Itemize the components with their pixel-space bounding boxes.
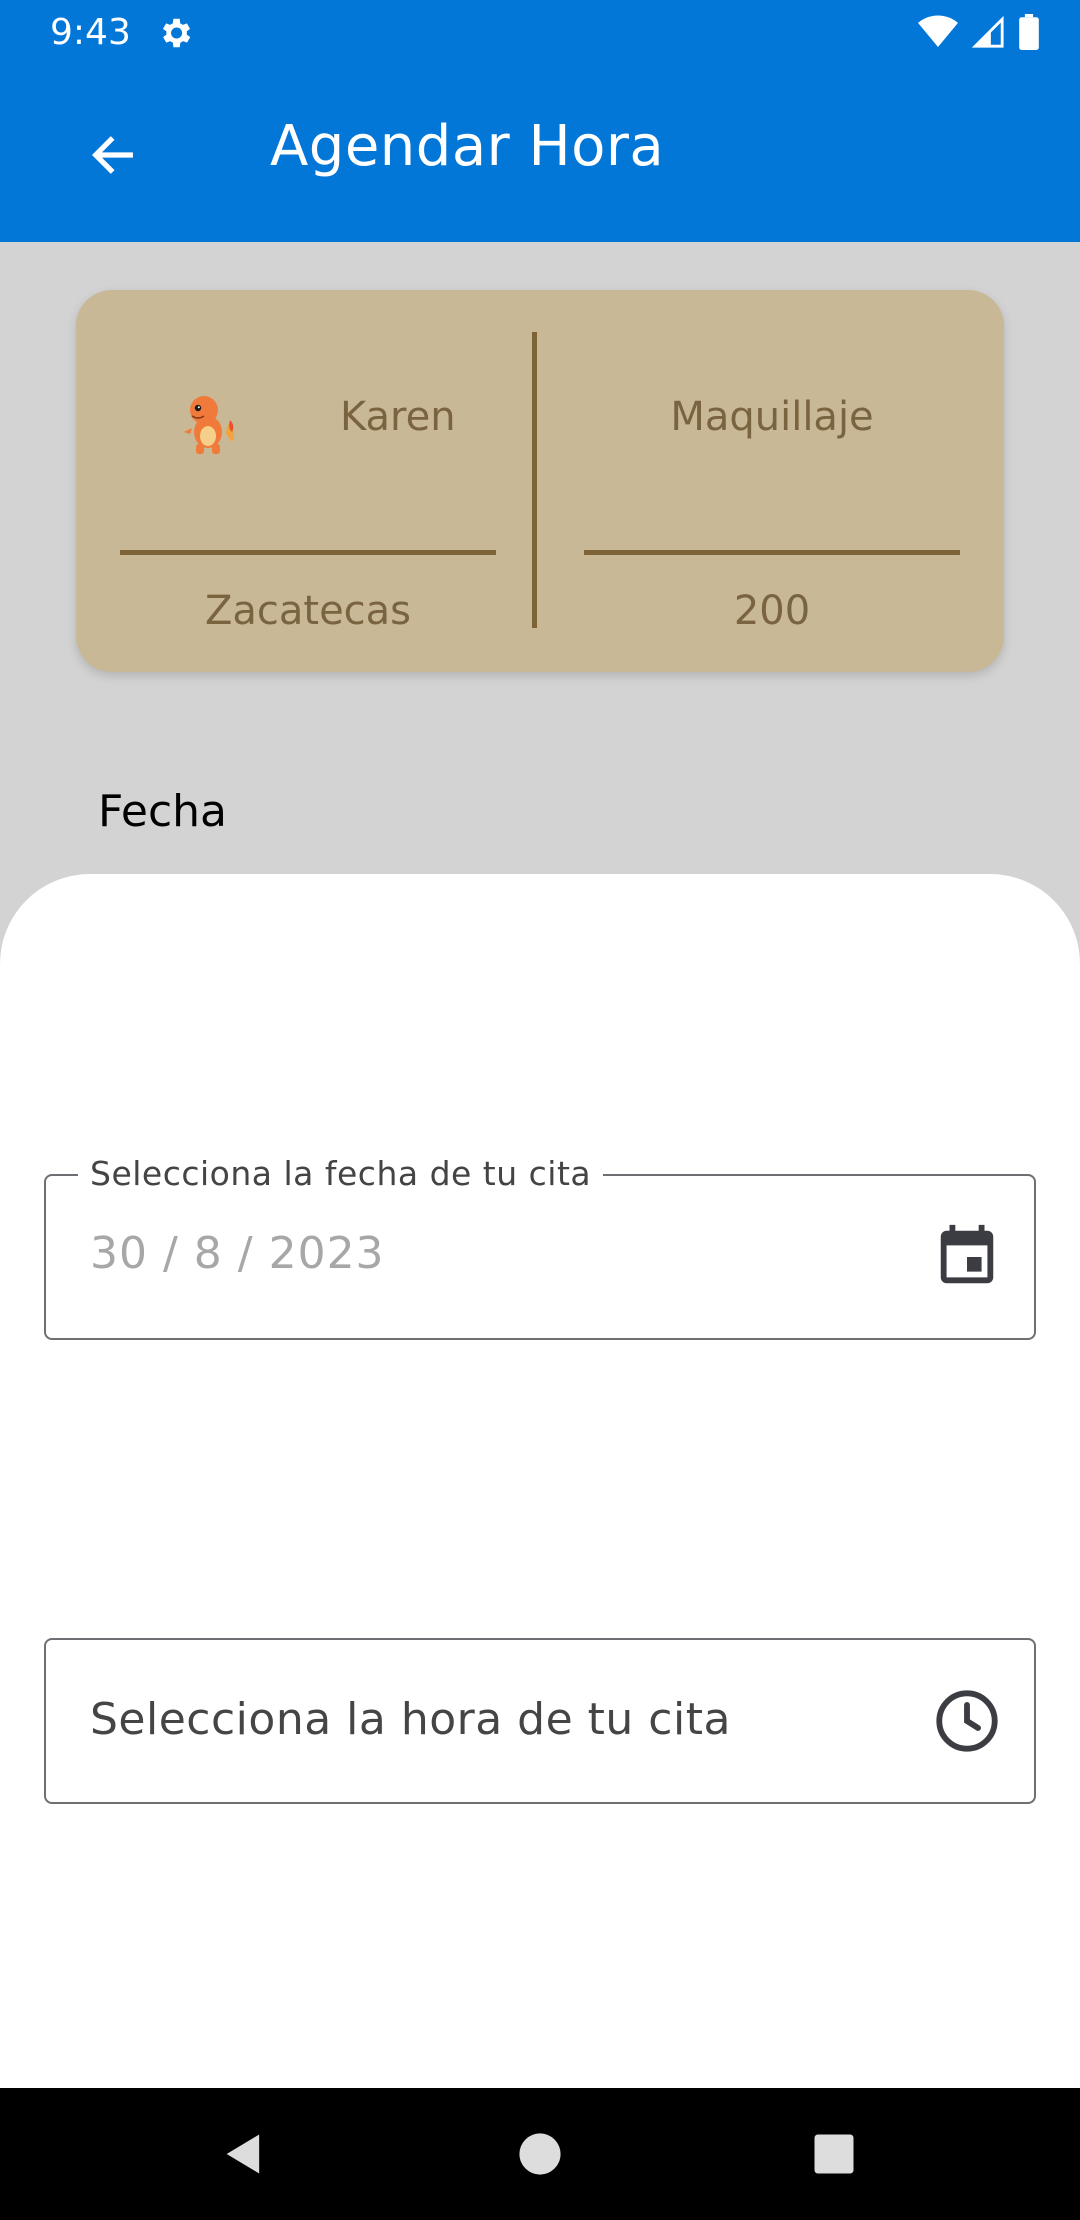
date-field-label: Selecciona la fecha de tu cita (78, 1154, 604, 1193)
calendar-icon[interactable] (932, 1222, 1002, 1292)
signal-icon (971, 15, 1004, 48)
divider-left (120, 550, 496, 555)
system-nav-bar (0, 2088, 1080, 2220)
back-button[interactable] (78, 120, 148, 190)
status-time: 9:43 (50, 12, 131, 53)
gear-icon (162, 18, 191, 48)
date-field[interactable]: Selecciona la fecha de tu cita 30 / 8 / … (44, 1154, 1036, 1340)
page-title: Agendar Hora (270, 114, 665, 179)
app-bar: Agendar Hora (0, 66, 1080, 242)
nav-home-icon[interactable] (514, 2128, 566, 2180)
date-field-value: 30 / 8 / 2023 (90, 1228, 385, 1279)
divider-right (584, 550, 960, 555)
appointment-summary-card: Karen Maquillaje Zacatecas 200 (76, 290, 1004, 672)
vertical-divider (532, 332, 537, 628)
wifi-icon (918, 15, 958, 47)
time-field-placeholder: Selecciona la hora de tu cita (90, 1694, 731, 1745)
nav-recent-icon[interactable] (808, 2128, 860, 2180)
section-label-fecha: Fecha (98, 786, 228, 837)
time-field[interactable]: Selecciona la hora de tu cita (44, 1638, 1036, 1804)
nav-back-icon[interactable] (218, 2128, 270, 2180)
service-price: 200 (733, 588, 811, 634)
clock-icon[interactable] (932, 1686, 1002, 1756)
battery-icon (1019, 14, 1039, 50)
service-name: Maquillaje (670, 394, 874, 440)
arrow-left-icon (91, 136, 133, 174)
avatar (184, 396, 235, 454)
status-bar: 9:43 (0, 0, 1080, 66)
stylist-name: Karen (340, 394, 456, 440)
bottom-sheet (0, 874, 1080, 2088)
city-name: Zacatecas (204, 588, 412, 634)
